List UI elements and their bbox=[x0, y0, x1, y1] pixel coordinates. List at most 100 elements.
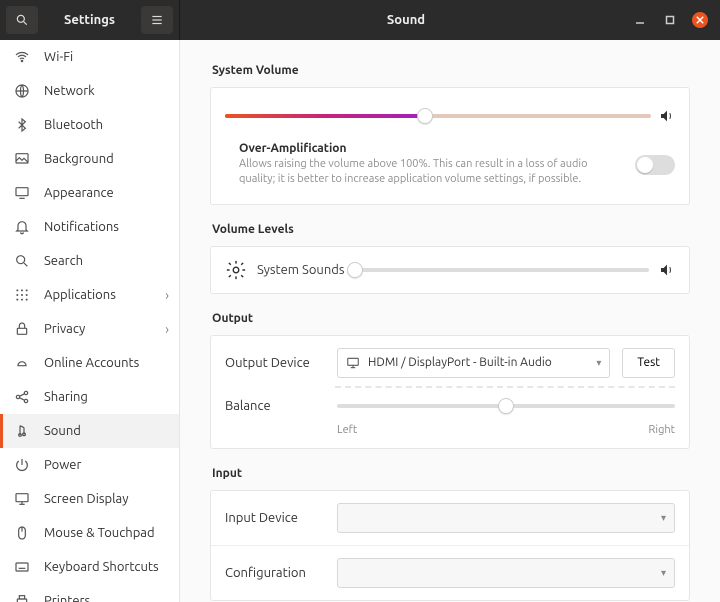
titlebar-center-title: Sound bbox=[180, 13, 632, 27]
sidebar-item-mouse-touchpad[interactable]: Mouse & Touchpad bbox=[0, 516, 179, 550]
system-sounds-label: System Sounds bbox=[257, 263, 345, 277]
app-body: Wi-Fi Network Bluetooth Background Appearanc… bbox=[0, 40, 720, 602]
sidebar-item-network[interactable]: Network bbox=[0, 74, 179, 108]
mouse-touchpad-icon bbox=[14, 525, 30, 541]
sidebar-item-screen-display[interactable]: Screen Display bbox=[0, 482, 179, 516]
screen-display-icon bbox=[14, 491, 30, 507]
sidebar-item-label: Network bbox=[44, 84, 169, 98]
system-volume-row bbox=[211, 88, 689, 136]
close-button[interactable] bbox=[692, 12, 708, 28]
sidebar-item-label: Screen Display bbox=[44, 492, 169, 506]
configuration-row: Configuration ▾ bbox=[211, 546, 689, 600]
sidebar-item-label: Power bbox=[44, 458, 169, 472]
over-amp-toggle[interactable] bbox=[635, 155, 675, 175]
sidebar-item-appearance[interactable]: Appearance bbox=[0, 176, 179, 210]
maximize-button[interactable] bbox=[662, 12, 678, 28]
speaker-icon bbox=[659, 108, 675, 124]
over-amplification-row: Over-Amplification Allows raising the vo… bbox=[211, 136, 689, 204]
balance-right-label: Right bbox=[649, 424, 675, 436]
minimize-button[interactable] bbox=[632, 12, 648, 28]
speaker-icon bbox=[659, 262, 675, 278]
sidebar-item-printers[interactable]: Printers bbox=[0, 584, 179, 602]
test-button[interactable]: Test bbox=[622, 348, 675, 378]
output-heading: Output bbox=[212, 312, 690, 325]
sidebar-item-power[interactable]: Power bbox=[0, 448, 179, 482]
sidebar-item-background[interactable]: Background bbox=[0, 142, 179, 176]
power-icon bbox=[14, 457, 30, 473]
sidebar-item-privacy[interactable]: Privacy › bbox=[0, 312, 179, 346]
titlebar: Settings Sound bbox=[0, 0, 720, 40]
input-device-label: Input Device bbox=[225, 511, 325, 525]
system-sounds-slider[interactable] bbox=[355, 262, 649, 278]
input-device-dropdown[interactable]: ▾ bbox=[337, 503, 675, 533]
close-icon bbox=[696, 16, 704, 24]
sidebar-item-bluetooth[interactable]: Bluetooth bbox=[0, 108, 179, 142]
input-device-row: Input Device ▾ bbox=[211, 491, 689, 546]
chevron-down-icon: ▾ bbox=[661, 512, 666, 524]
sidebar-item-keyboard-shortcuts[interactable]: Keyboard Shortcuts bbox=[0, 550, 179, 584]
sidebar-item-label: Bluetooth bbox=[44, 118, 169, 132]
sidebar: Wi-Fi Network Bluetooth Background Appearanc… bbox=[0, 40, 180, 602]
sidebar-item-label: Online Accounts bbox=[44, 356, 169, 370]
volume-levels-card: System Sounds bbox=[210, 246, 690, 294]
balance-slider[interactable] bbox=[337, 398, 675, 414]
slider-thumb[interactable] bbox=[498, 398, 514, 414]
chevron-right-icon: › bbox=[165, 321, 169, 337]
sidebar-item-label: Sharing bbox=[44, 390, 169, 404]
sidebar-item-label: Mouse & Touchpad bbox=[44, 526, 169, 540]
sidebar-item-search[interactable]: Search bbox=[0, 244, 179, 278]
chevron-down-icon: ▾ bbox=[596, 357, 601, 369]
output-device-label: Output Device bbox=[225, 356, 325, 370]
sidebar-item-label: Sound bbox=[44, 424, 169, 438]
output-device-value: HDMI / DisplayPort - Built-in Audio bbox=[368, 356, 588, 369]
search-button[interactable] bbox=[6, 6, 38, 34]
sidebar-item-notifications[interactable]: Notifications bbox=[0, 210, 179, 244]
sidebar-item-label: Privacy bbox=[44, 322, 151, 336]
wi-fi-icon bbox=[14, 49, 30, 65]
slider-thumb[interactable] bbox=[347, 262, 363, 278]
titlebar-left-title: Settings bbox=[38, 13, 141, 27]
configuration-label: Configuration bbox=[225, 566, 325, 580]
keyboard-shortcuts-icon bbox=[14, 559, 30, 575]
sidebar-item-label: Background bbox=[44, 152, 169, 166]
over-amp-title: Over-Amplification bbox=[239, 142, 625, 155]
sidebar-item-label: Search bbox=[44, 254, 169, 268]
sidebar-item-label: Notifications bbox=[44, 220, 169, 234]
sidebar-item-label: Applications bbox=[44, 288, 151, 302]
sidebar-item-online-accounts[interactable]: Online Accounts bbox=[0, 346, 179, 380]
hamburger-button[interactable] bbox=[141, 6, 173, 34]
volume-levels-heading: Volume Levels bbox=[212, 223, 690, 236]
online-accounts-icon bbox=[14, 355, 30, 371]
printers-icon bbox=[14, 593, 30, 602]
sidebar-item-applications[interactable]: Applications › bbox=[0, 278, 179, 312]
over-amp-description: Allows raising the volume above 100%. Th… bbox=[239, 157, 625, 188]
main-content: System Volume Over-Amplifi bbox=[180, 40, 720, 602]
search-icon bbox=[14, 253, 30, 269]
system-sounds-row: System Sounds bbox=[211, 247, 689, 293]
configuration-dropdown[interactable]: ▾ bbox=[337, 558, 675, 588]
sidebar-item-wi-fi[interactable]: Wi-Fi bbox=[0, 40, 179, 74]
sharing-icon bbox=[14, 389, 30, 405]
system-volume-slider[interactable] bbox=[225, 108, 651, 124]
sidebar-item-sound[interactable]: Sound bbox=[0, 414, 179, 448]
bluetooth-icon bbox=[14, 117, 30, 133]
window-controls bbox=[632, 12, 720, 28]
slider-thumb[interactable] bbox=[417, 108, 433, 124]
network-icon bbox=[14, 83, 30, 99]
search-icon bbox=[15, 13, 29, 27]
hamburger-icon bbox=[150, 13, 164, 27]
maximize-icon bbox=[665, 15, 675, 25]
gear-icon bbox=[225, 259, 247, 281]
balance-left-label: Left bbox=[337, 424, 357, 436]
sidebar-item-label: Printers bbox=[44, 594, 169, 602]
privacy-icon bbox=[14, 321, 30, 337]
notifications-icon bbox=[14, 219, 30, 235]
chevron-right-icon: › bbox=[165, 287, 169, 303]
sidebar-item-label: Appearance bbox=[44, 186, 169, 200]
sidebar-item-sharing[interactable]: Sharing bbox=[0, 380, 179, 414]
input-heading: Input bbox=[212, 467, 690, 480]
output-card: Output Device HDMI / DisplayPort - Built… bbox=[210, 335, 690, 449]
output-device-dropdown[interactable]: HDMI / DisplayPort - Built-in Audio ▾ bbox=[337, 348, 610, 378]
background-icon bbox=[14, 151, 30, 167]
appearance-icon bbox=[14, 185, 30, 201]
